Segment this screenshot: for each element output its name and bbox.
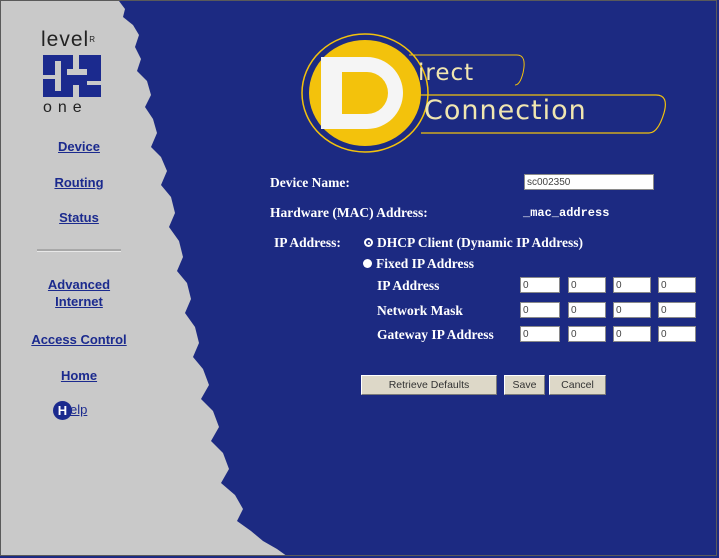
logo-grid-mark xyxy=(43,55,101,97)
fixed-ip-radio[interactable] xyxy=(363,259,372,268)
cancel-button[interactable]: Cancel xyxy=(549,375,606,395)
network-mask-label: Network Mask xyxy=(377,303,463,318)
mask-octet-4-input[interactable] xyxy=(658,302,696,318)
device-name-label: Device Name: xyxy=(270,175,350,190)
mask-octet-3-input[interactable] xyxy=(613,302,651,318)
fixed-ip-label: Fixed IP Address xyxy=(376,256,475,271)
mask-octet-1-input[interactable] xyxy=(520,302,560,318)
mask-octet-2-input[interactable] xyxy=(568,302,606,318)
device-name-input[interactable] xyxy=(524,174,654,190)
nav-link-device[interactable]: Device xyxy=(43,138,115,155)
dhcp-client-radio[interactable] xyxy=(364,238,373,247)
mac-address-value: _mac_address xyxy=(523,206,610,220)
gateway-octet-2-input[interactable] xyxy=(568,326,606,342)
nav-link-status[interactable]: Status xyxy=(43,209,115,226)
ip-octet-1-input[interactable] xyxy=(520,277,560,293)
ip-address-label: IP Address: xyxy=(274,235,341,250)
sidebar-divider xyxy=(37,249,121,252)
brand-text-connection: Connection xyxy=(424,95,587,126)
nav-link-advanced-line2: Internet xyxy=(55,294,103,309)
nav-link-home[interactable]: Home xyxy=(43,367,115,384)
mac-address-label: Hardware (MAC) Address: xyxy=(270,205,428,220)
nav-link-access-control[interactable]: Access Control xyxy=(21,331,137,348)
help-link-label: elp xyxy=(70,402,88,417)
page-frame: levelR one Device Routing Status Advance… xyxy=(0,0,717,556)
gateway-ip-label: Gateway IP Address xyxy=(377,327,494,342)
brand-graphic xyxy=(301,33,666,153)
brand-text-irect: irect xyxy=(418,60,475,86)
ip-octet-4-input[interactable] xyxy=(658,277,696,293)
retrieve-defaults-button[interactable]: Retrieve Defaults xyxy=(361,375,497,395)
nav-link-advanced-line1: Advanced xyxy=(47,277,111,292)
gateway-octet-3-input[interactable] xyxy=(613,326,651,342)
levelone-logo: levelR one xyxy=(41,29,123,121)
nav-link-advanced-internet[interactable]: Advanced Internet xyxy=(43,276,115,310)
logo-text-level: levelR xyxy=(41,28,96,51)
dhcp-client-label: DHCP Client (Dynamic IP Address) xyxy=(377,235,584,250)
direct-connection-logo: irect Connection xyxy=(301,33,681,153)
gateway-octet-4-input[interactable] xyxy=(658,326,696,342)
save-button[interactable]: Save xyxy=(504,375,545,395)
ip-octet-2-input[interactable] xyxy=(568,277,606,293)
nav-link-routing[interactable]: Routing xyxy=(43,174,115,191)
gateway-octet-1-input[interactable] xyxy=(520,326,560,342)
fixed-ip-address-label: IP Address xyxy=(377,278,440,293)
logo-text-one: one xyxy=(43,99,88,116)
ip-octet-3-input[interactable] xyxy=(613,277,651,293)
